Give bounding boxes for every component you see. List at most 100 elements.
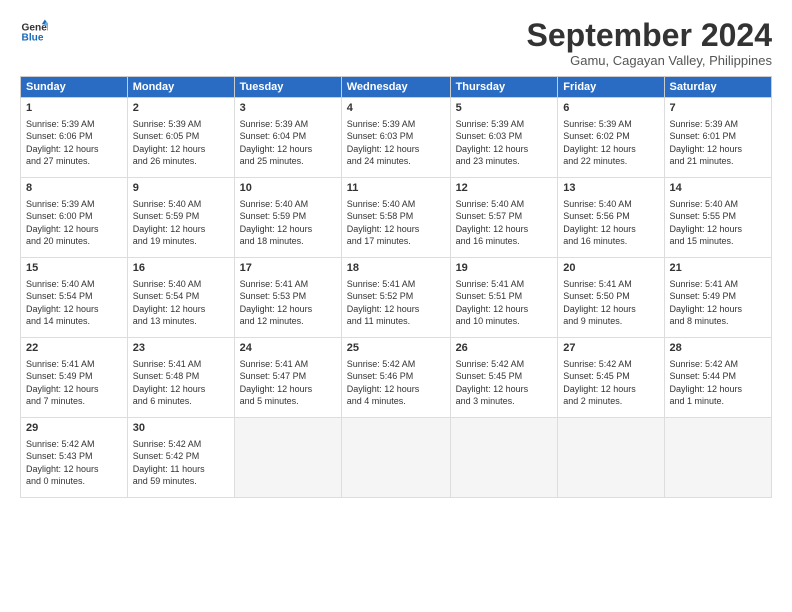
sunset-line: Sunset: 5:46 PM xyxy=(347,371,414,381)
calendar-cell: 26 Sunrise: 5:42 AM Sunset: 5:45 PM Dayl… xyxy=(450,338,558,418)
sunset-line: Sunset: 6:01 PM xyxy=(670,131,737,141)
sunset-line: Sunset: 6:05 PM xyxy=(133,131,200,141)
daylight-line2: and 4 minutes. xyxy=(347,396,406,406)
daylight-line1: Daylight: 12 hours xyxy=(563,384,636,394)
daylight-line1: Daylight: 12 hours xyxy=(26,144,99,154)
col-friday: Friday xyxy=(558,77,664,98)
sunset-line: Sunset: 5:59 PM xyxy=(240,211,307,221)
daylight-line2: and 7 minutes. xyxy=(26,396,85,406)
daylight-line1: Daylight: 12 hours xyxy=(133,144,206,154)
calendar-cell: 12 Sunrise: 5:40 AM Sunset: 5:57 PM Dayl… xyxy=(450,178,558,258)
calendar-week-row: 8 Sunrise: 5:39 AM Sunset: 6:00 PM Dayli… xyxy=(21,178,772,258)
daylight-line1: Daylight: 12 hours xyxy=(670,384,743,394)
sunrise-line: Sunrise: 5:41 AM xyxy=(563,279,632,289)
daylight-line2: and 13 minutes. xyxy=(133,316,197,326)
sunrise-line: Sunrise: 5:41 AM xyxy=(240,279,309,289)
sunset-line: Sunset: 5:44 PM xyxy=(670,371,737,381)
logo: General Blue xyxy=(20,18,48,46)
daylight-line2: and 12 minutes. xyxy=(240,316,304,326)
calendar-cell xyxy=(558,418,664,498)
col-tuesday: Tuesday xyxy=(234,77,341,98)
day-number: 19 xyxy=(456,261,553,276)
daylight-line1: Daylight: 12 hours xyxy=(347,224,420,234)
sunset-line: Sunset: 5:43 PM xyxy=(26,451,93,461)
header: General Blue September 2024 Gamu, Cagaya… xyxy=(20,18,772,68)
title-block: September 2024 Gamu, Cagayan Valley, Phi… xyxy=(527,18,772,68)
sunset-line: Sunset: 6:06 PM xyxy=(26,131,93,141)
calendar-cell: 29 Sunrise: 5:42 AM Sunset: 5:43 PM Dayl… xyxy=(21,418,128,498)
daylight-line1: Daylight: 12 hours xyxy=(563,144,636,154)
day-number: 29 xyxy=(26,421,122,436)
sunrise-line: Sunrise: 5:40 AM xyxy=(133,199,202,209)
daylight-line2: and 15 minutes. xyxy=(670,236,734,246)
calendar-cell: 11 Sunrise: 5:40 AM Sunset: 5:58 PM Dayl… xyxy=(341,178,450,258)
calendar-cell: 18 Sunrise: 5:41 AM Sunset: 5:52 PM Dayl… xyxy=(341,258,450,338)
daylight-line1: Daylight: 12 hours xyxy=(456,224,529,234)
sunset-line: Sunset: 6:02 PM xyxy=(563,131,630,141)
daylight-line1: Daylight: 12 hours xyxy=(456,384,529,394)
col-monday: Monday xyxy=(127,77,234,98)
calendar-header-row: Sunday Monday Tuesday Wednesday Thursday… xyxy=(21,77,772,98)
calendar-cell xyxy=(664,418,772,498)
calendar-cell: 19 Sunrise: 5:41 AM Sunset: 5:51 PM Dayl… xyxy=(450,258,558,338)
daylight-line1: Daylight: 12 hours xyxy=(133,224,206,234)
daylight-line1: Daylight: 12 hours xyxy=(670,224,743,234)
sunset-line: Sunset: 6:03 PM xyxy=(347,131,414,141)
daylight-line2: and 25 minutes. xyxy=(240,156,304,166)
daylight-line1: Daylight: 12 hours xyxy=(347,384,420,394)
day-number: 20 xyxy=(563,261,658,276)
sunrise-line: Sunrise: 5:40 AM xyxy=(347,199,416,209)
sunrise-line: Sunrise: 5:42 AM xyxy=(347,359,416,369)
daylight-line2: and 23 minutes. xyxy=(456,156,520,166)
day-number: 3 xyxy=(240,101,336,116)
daylight-line2: and 11 minutes. xyxy=(347,316,410,326)
sunset-line: Sunset: 5:54 PM xyxy=(133,291,200,301)
calendar-week-row: 15 Sunrise: 5:40 AM Sunset: 5:54 PM Dayl… xyxy=(21,258,772,338)
sunrise-line: Sunrise: 5:39 AM xyxy=(240,119,309,129)
daylight-line1: Daylight: 12 hours xyxy=(133,304,206,314)
sunrise-line: Sunrise: 5:41 AM xyxy=(670,279,739,289)
location-subtitle: Gamu, Cagayan Valley, Philippines xyxy=(527,53,772,68)
sunset-line: Sunset: 5:50 PM xyxy=(563,291,630,301)
day-number: 30 xyxy=(133,421,229,436)
daylight-line1: Daylight: 12 hours xyxy=(456,304,529,314)
sunrise-line: Sunrise: 5:39 AM xyxy=(133,119,202,129)
day-number: 27 xyxy=(563,341,658,356)
calendar-cell: 28 Sunrise: 5:42 AM Sunset: 5:44 PM Dayl… xyxy=(664,338,772,418)
daylight-line1: Daylight: 12 hours xyxy=(26,304,99,314)
daylight-line2: and 10 minutes. xyxy=(456,316,520,326)
daylight-line2: and 2 minutes. xyxy=(563,396,622,406)
sunrise-line: Sunrise: 5:42 AM xyxy=(133,439,202,449)
daylight-line2: and 16 minutes. xyxy=(456,236,520,246)
sunset-line: Sunset: 5:48 PM xyxy=(133,371,200,381)
day-number: 8 xyxy=(26,181,122,196)
calendar-cell: 22 Sunrise: 5:41 AM Sunset: 5:49 PM Dayl… xyxy=(21,338,128,418)
day-number: 18 xyxy=(347,261,445,276)
sunrise-line: Sunrise: 5:39 AM xyxy=(563,119,632,129)
day-number: 23 xyxy=(133,341,229,356)
daylight-line2: and 26 minutes. xyxy=(133,156,197,166)
sunrise-line: Sunrise: 5:39 AM xyxy=(26,199,95,209)
calendar-cell: 2 Sunrise: 5:39 AM Sunset: 6:05 PM Dayli… xyxy=(127,98,234,178)
svg-text:Blue: Blue xyxy=(22,33,44,44)
col-thursday: Thursday xyxy=(450,77,558,98)
daylight-line2: and 27 minutes. xyxy=(26,156,90,166)
day-number: 24 xyxy=(240,341,336,356)
day-number: 5 xyxy=(456,101,553,116)
daylight-line2: and 16 minutes. xyxy=(563,236,627,246)
day-number: 22 xyxy=(26,341,122,356)
calendar-week-row: 1 Sunrise: 5:39 AM Sunset: 6:06 PM Dayli… xyxy=(21,98,772,178)
daylight-line2: and 21 minutes. xyxy=(670,156,734,166)
sunrise-line: Sunrise: 5:41 AM xyxy=(133,359,202,369)
col-wednesday: Wednesday xyxy=(341,77,450,98)
sunrise-line: Sunrise: 5:42 AM xyxy=(456,359,525,369)
sunset-line: Sunset: 5:59 PM xyxy=(133,211,200,221)
calendar-cell: 5 Sunrise: 5:39 AM Sunset: 6:03 PM Dayli… xyxy=(450,98,558,178)
daylight-line2: and 8 minutes. xyxy=(670,316,729,326)
calendar-cell: 15 Sunrise: 5:40 AM Sunset: 5:54 PM Dayl… xyxy=(21,258,128,338)
calendar-week-row: 22 Sunrise: 5:41 AM Sunset: 5:49 PM Dayl… xyxy=(21,338,772,418)
day-number: 13 xyxy=(563,181,658,196)
sunrise-line: Sunrise: 5:39 AM xyxy=(347,119,416,129)
day-number: 6 xyxy=(563,101,658,116)
sunrise-line: Sunrise: 5:41 AM xyxy=(347,279,416,289)
